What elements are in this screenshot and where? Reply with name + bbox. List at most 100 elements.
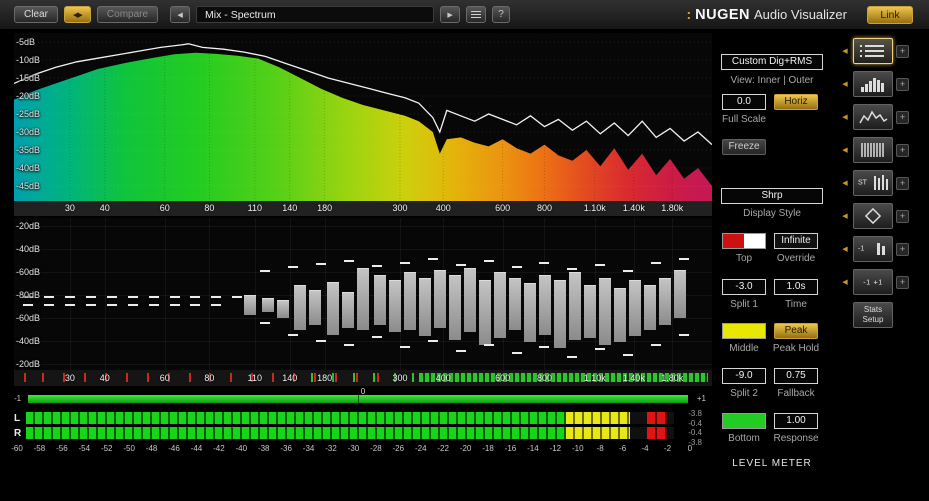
module-label: ST — [858, 179, 867, 187]
freq-label: 30 — [64, 203, 75, 213]
peak-hold-dash — [483, 260, 494, 262]
preset-select[interactable]: Mix - Spectrum — [196, 6, 435, 23]
freq-label: 80 — [204, 373, 215, 383]
module-add-button[interactable]: + — [896, 143, 909, 157]
peak-hold-dash — [483, 344, 494, 346]
time-field[interactable]: 1.0s — [774, 279, 818, 295]
spectrum-bar — [599, 278, 612, 345]
module-prev-icon[interactable]: ◀ — [840, 113, 850, 121]
spectrum-bar — [433, 270, 446, 328]
peak-hold-dash — [511, 266, 522, 268]
peak-hold-dash — [679, 258, 690, 260]
horiz-button[interactable]: Horiz — [774, 94, 818, 110]
module-prev-icon[interactable]: ◀ — [840, 47, 850, 55]
meter-scale-label: -56 — [56, 444, 68, 453]
module-add-button[interactable]: + — [896, 44, 909, 58]
module-button-mini-meter[interactable]: -1 — [853, 236, 893, 262]
stats-setup-button[interactable]: Stats Setup — [853, 302, 893, 328]
full-scale-field[interactable]: 0.0 — [722, 94, 766, 110]
correlation-min-label: -1 — [14, 394, 22, 403]
split1-field[interactable]: -3.0 — [722, 279, 766, 295]
note-tick-red — [146, 373, 149, 382]
freeze-button[interactable]: Freeze — [722, 139, 766, 155]
bars-ylabel: -40dB — [16, 336, 41, 346]
meter-scale-label: -4 — [641, 444, 649, 453]
time-label: Time — [785, 299, 807, 310]
module-label: -1 +1 — [863, 277, 883, 287]
link-button[interactable]: Link — [867, 5, 913, 24]
module-prev-icon[interactable]: ◀ — [840, 80, 850, 88]
meter-value: -0.4 — [688, 428, 702, 438]
meter-scale-label: -30 — [347, 444, 360, 453]
module-button-list-lines[interactable] — [853, 38, 893, 64]
module-button-spectrum[interactable] — [853, 104, 893, 130]
freq-label: 30 — [64, 373, 75, 383]
meter-segment-g — [26, 427, 566, 439]
module-button-correlation[interactable]: -1 +1 — [853, 269, 893, 295]
correlation-center-tick — [358, 395, 359, 403]
play-button[interactable]: ▶ — [440, 6, 461, 23]
help-button[interactable]: ? — [492, 6, 511, 23]
module-add-button[interactable]: + — [896, 176, 909, 190]
module-row: ◀ ST + — [840, 170, 929, 196]
split2-field[interactable]: -9.0 — [722, 368, 766, 384]
note-tick-green — [310, 373, 313, 382]
swap-arrows-icon: ◀▶ — [73, 11, 83, 19]
preset-list-button[interactable] — [466, 6, 487, 23]
audio-visualizer-window: Clear ◀▶ Compare ◀ Mix - Spectrum ▶ ? :N… — [0, 0, 929, 501]
list-lines-icon — [860, 45, 884, 57]
meter-channels: LR — [0, 411, 712, 440]
fallback-field[interactable]: 0.75 — [774, 368, 818, 384]
display-style-select[interactable]: Shrp — [721, 188, 823, 204]
module-button-spectrogram[interactable] — [853, 137, 893, 163]
module-add-button[interactable]: + — [896, 77, 909, 91]
module-button-stereo-bars[interactable]: ST — [853, 170, 893, 196]
prev-preset-button[interactable]: ◀ — [170, 6, 191, 23]
swap-arrows-button[interactable]: ◀▶ — [63, 6, 91, 23]
grid-line — [164, 218, 166, 370]
freq-label: 60 — [159, 203, 170, 213]
meter-scale-label: 0 — [687, 444, 693, 453]
module-rail: ◀ + ◀ + ◀ + ◀ + ◀ ST + ◀ + ◀ -1 + ◀ -1 +1 + Stats Setup — [832, 30, 929, 501]
middle-color-swatch[interactable] — [722, 323, 766, 339]
histogram-icon — [861, 78, 884, 92]
main-area: -5dB -10dB -15dB -20dB -25dB -30dB -35dB -40dB -… — [0, 30, 929, 501]
module-add-button[interactable]: + — [896, 110, 909, 124]
spectrum-icon — [859, 110, 888, 124]
peak-hold-dash — [344, 260, 355, 262]
note-tick-green — [352, 373, 355, 382]
module-row: ◀ + — [840, 137, 929, 163]
meter-scale-label: -16 — [504, 444, 517, 453]
clear-button[interactable]: Clear — [14, 6, 58, 23]
spectrum-bar — [308, 290, 321, 325]
meter-segment-g — [26, 412, 566, 424]
response-field[interactable]: 1.00 — [774, 413, 818, 429]
bars-ylabel: -20dB — [16, 221, 41, 231]
peak-hold-dash — [316, 263, 327, 265]
meter-scale-label: -32 — [325, 444, 337, 453]
meter-scale-label: -12 — [549, 444, 562, 453]
freq-label: 600 — [495, 373, 511, 383]
module-add-button[interactable]: + — [896, 275, 909, 289]
bars-plot: -20dB -40dB -60dB -80dB -60dB -40dB -20dB — [14, 218, 712, 370]
top-color-swatch[interactable] — [722, 233, 766, 249]
peak-button[interactable]: Peak — [774, 323, 818, 339]
module-add-button[interactable]: + — [896, 242, 909, 256]
peak-hold-dash — [64, 296, 75, 298]
spectrum-bar — [463, 268, 476, 332]
module-prev-icon[interactable]: ◀ — [840, 179, 850, 187]
module-prev-icon[interactable]: ◀ — [840, 212, 850, 220]
note-tick-red — [125, 373, 128, 382]
module-prev-icon[interactable]: ◀ — [840, 245, 850, 253]
level-meter: LR -3.8 -0.4 -0.4 -3.8 -60 -58 -56 -54 -52 -50 -4… — [0, 409, 712, 455]
bottom-color-swatch[interactable] — [722, 413, 766, 429]
compare-button[interactable]: Compare — [96, 6, 159, 23]
module-prev-icon[interactable]: ◀ — [840, 278, 850, 286]
module-prev-icon[interactable]: ◀ — [840, 146, 850, 154]
module-add-button[interactable]: + — [896, 209, 909, 223]
mode-select[interactable]: Custom Dig+RMS — [721, 54, 823, 70]
module-button-vectorscope[interactable] — [853, 203, 893, 229]
infinite-button[interactable]: Infinite — [774, 233, 818, 249]
module-button-histogram[interactable] — [853, 71, 893, 97]
play-icon: ▶ — [447, 11, 453, 19]
